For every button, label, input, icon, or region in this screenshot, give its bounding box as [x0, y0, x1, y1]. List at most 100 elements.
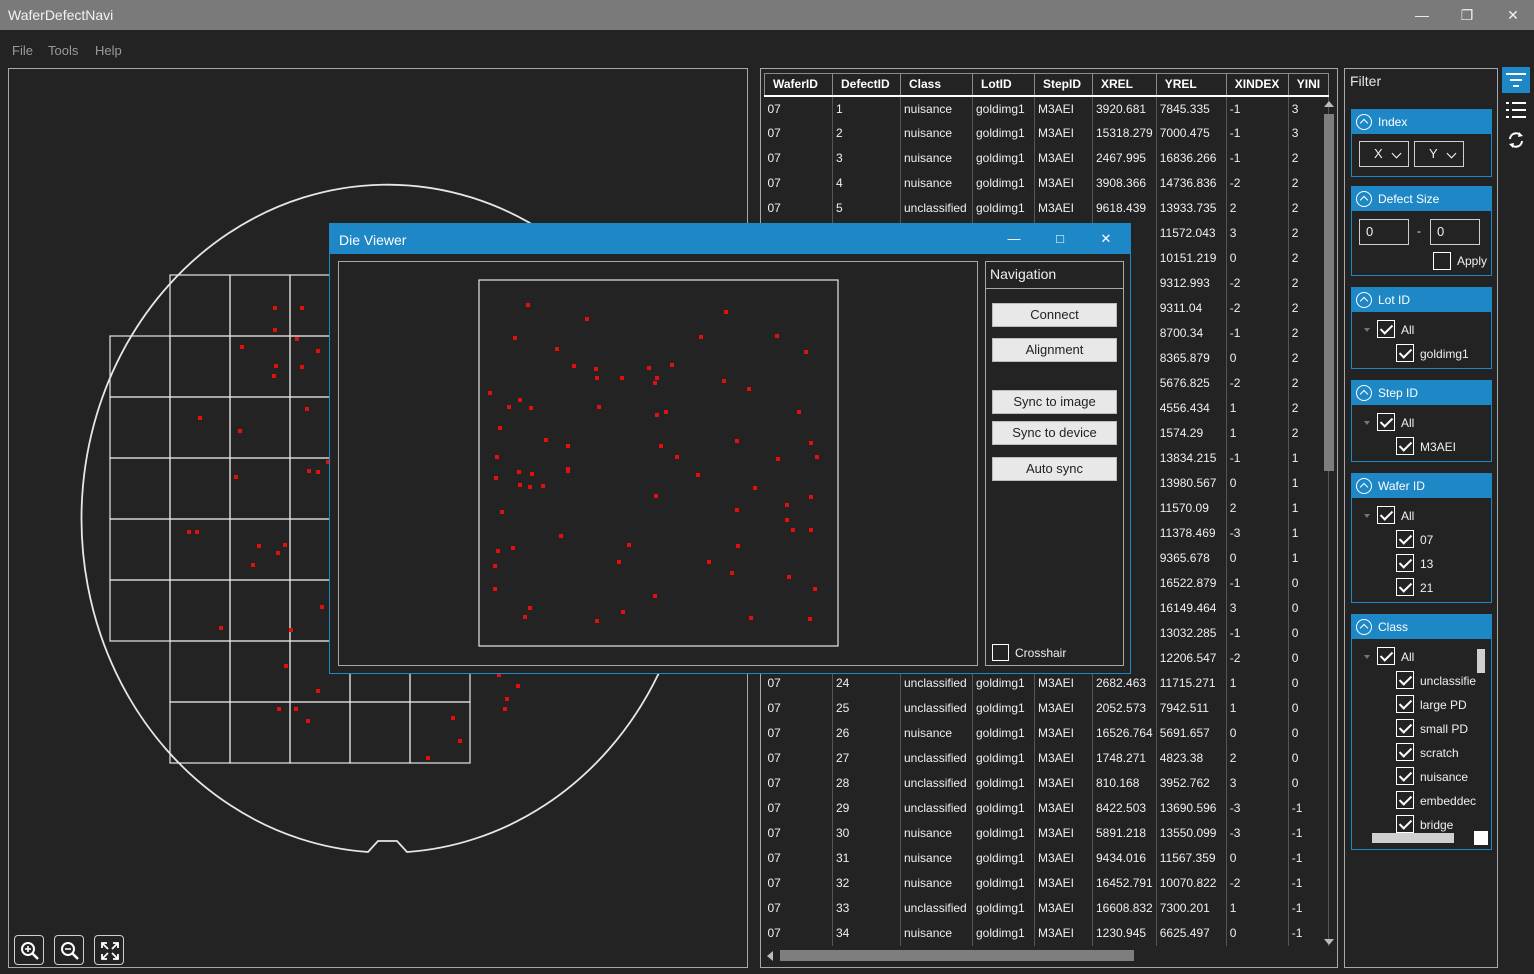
dialog-minimize-icon[interactable]: — [1001, 230, 1027, 248]
column-header[interactable]: LotID [972, 73, 1035, 97]
class-item-checkbox[interactable] [1396, 767, 1414, 785]
collapse-icon[interactable] [1356, 385, 1372, 401]
die-viewer-titlebar[interactable]: Die Viewer — □ ✕ [330, 224, 1130, 254]
table-cell: 07 [764, 95, 833, 121]
collapse-icon[interactable] [1356, 191, 1372, 207]
table-row[interactable]: 07 32 nuisance goldimg1 M3AEI 16452.791 10070.… [764, 870, 1330, 896]
column-header[interactable]: YINI [1287, 73, 1330, 97]
table-row[interactable]: 07 26 nuisance goldimg1 M3AEI 16526.764 5691.6… [764, 720, 1330, 746]
index-filter-header[interactable]: Index [1352, 110, 1491, 134]
column-header[interactable]: YREL [1155, 73, 1227, 97]
table-cell: 7845.335 [1156, 95, 1227, 121]
defect-size-min-input[interactable]: 0 [1359, 219, 1409, 245]
dialog-maximize-icon[interactable]: □ [1047, 230, 1073, 248]
restore-icon[interactable]: ❐ [1452, 5, 1482, 25]
collapse-icon[interactable] [1356, 478, 1372, 494]
connect-button[interactable]: Connect [992, 303, 1117, 327]
wafer-item-checkbox[interactable] [1396, 530, 1414, 548]
alignment-button[interactable]: Alignment [992, 338, 1117, 362]
wafer-item-checkbox[interactable] [1396, 554, 1414, 572]
table-horizontal-scrollbar[interactable] [764, 948, 1334, 964]
class-item-checkbox[interactable] [1396, 671, 1414, 689]
auto-sync-button[interactable]: Auto sync [992, 457, 1117, 481]
defect-size-max-input[interactable]: 0 [1430, 219, 1480, 245]
collapse-icon[interactable] [1356, 292, 1372, 308]
column-header[interactable]: XREL [1092, 73, 1157, 97]
class-list-scroll-thumb[interactable] [1477, 649, 1485, 673]
wafer-item-checkbox[interactable] [1396, 578, 1414, 596]
collapse-icon[interactable] [1356, 114, 1372, 130]
step-id-filter-header[interactable]: Step ID [1352, 381, 1491, 405]
menu-help[interactable]: Help [95, 43, 122, 58]
class-item-checkbox[interactable] [1396, 815, 1414, 833]
lot-id-filter-header[interactable]: Lot ID [1352, 288, 1491, 312]
die-image-area[interactable] [338, 261, 978, 666]
defect-point [284, 664, 288, 668]
step-item-checkbox[interactable] [1396, 437, 1414, 455]
lot-all-checkbox[interactable] [1377, 320, 1395, 338]
table-row[interactable]: 07 27 unclassified goldimg1 M3AEI 1748.271 482… [764, 745, 1330, 771]
column-header[interactable]: XINDEX [1225, 73, 1289, 97]
defect-point [530, 472, 534, 476]
table-row[interactable]: 07 33 unclassified goldimg1 M3AEI 16608.832 73… [764, 895, 1330, 921]
filter-view-button[interactable] [1502, 67, 1530, 93]
index-y-select[interactable]: Y [1414, 141, 1464, 167]
table-cell: goldimg1 [972, 195, 1035, 221]
table-row[interactable]: 07 28 unclassified goldimg1 M3AEI 810.168 3952… [764, 770, 1330, 796]
wafer-all-checkbox[interactable] [1377, 506, 1395, 524]
table-row[interactable]: 07 2 nuisance goldimg1 M3AEI 15318.279 7000.47… [764, 120, 1330, 146]
minimize-icon[interactable]: — [1407, 5, 1437, 25]
dialog-close-icon[interactable]: ✕ [1093, 230, 1119, 248]
menu-file[interactable]: File [12, 43, 33, 58]
zoom-out-button[interactable] [54, 935, 84, 965]
table-row[interactable]: 07 5 unclassified goldimg1 M3AEI 9618.439 1393… [764, 195, 1330, 221]
lot-item-checkbox[interactable] [1396, 344, 1414, 362]
class-item-checkbox[interactable] [1396, 791, 1414, 809]
column-header[interactable]: Class [900, 73, 973, 97]
table-row[interactable]: 07 31 nuisance goldimg1 M3AEI 9434.016 11567.3… [764, 845, 1330, 871]
crosshair-checkbox[interactable] [992, 644, 1009, 661]
step-all-checkbox[interactable] [1377, 413, 1395, 431]
table-cell: 5676.825 [1156, 370, 1227, 396]
table-row[interactable]: 07 3 nuisance goldimg1 M3AEI 2467.995 16836.26… [764, 145, 1330, 171]
column-header[interactable]: StepID [1034, 73, 1093, 97]
refresh-button[interactable] [1502, 127, 1530, 153]
menu-tools[interactable]: Tools [48, 43, 78, 58]
table-row[interactable]: 07 1 nuisance goldimg1 M3AEI 3920.681 7845.335… [764, 95, 1330, 121]
class-list-hscroll-thumb[interactable] [1372, 833, 1454, 843]
apply-checkbox[interactable] [1433, 252, 1451, 270]
class-all-checkbox[interactable] [1377, 647, 1395, 665]
collapse-icon[interactable] [1356, 619, 1372, 635]
table-vertical-scrollbar[interactable] [1321, 97, 1335, 945]
table-row[interactable]: 07 4 nuisance goldimg1 M3AEI 3908.366 14736.83… [764, 170, 1330, 196]
table-row[interactable]: 07 25 unclassified goldimg1 M3AEI 2052.573 794… [764, 695, 1330, 721]
class-item-checkbox[interactable] [1396, 695, 1414, 713]
close-icon[interactable]: ✕ [1498, 5, 1528, 25]
table-row[interactable]: 07 24 unclassified goldimg1 M3AEI 2682.463 117… [764, 670, 1330, 696]
horizontal-scroll-thumb[interactable] [780, 950, 1134, 961]
table-cell: M3AEI [1034, 195, 1093, 221]
sync-to-device-button[interactable]: Sync to device [992, 421, 1117, 445]
table-cell: -1 [1226, 95, 1289, 121]
table-row[interactable]: 07 29 unclassified goldimg1 M3AEI 8422.503 136… [764, 795, 1330, 821]
defect-point [621, 610, 625, 614]
class-item-checkbox[interactable] [1396, 743, 1414, 761]
column-header[interactable]: WaferID [764, 73, 833, 97]
filter-icon [1506, 73, 1526, 87]
fit-to-screen-button[interactable] [94, 935, 124, 965]
wafer-id-filter-header[interactable]: Wafer ID [1352, 474, 1491, 498]
defect-size-filter-header[interactable]: Defect Size [1352, 187, 1491, 211]
sync-to-image-button[interactable]: Sync to image [992, 390, 1117, 414]
zoom-in-button[interactable] [14, 935, 44, 965]
class-filter-header[interactable]: Class [1352, 615, 1491, 639]
list-view-button[interactable] [1502, 97, 1530, 123]
column-header[interactable]: DefectID [832, 73, 901, 97]
index-x-select[interactable]: X [1359, 141, 1409, 167]
vertical-scroll-thumb[interactable] [1324, 114, 1334, 471]
table-cell: goldimg1 [972, 145, 1035, 171]
table-row[interactable]: 07 30 nuisance goldimg1 M3AEI 5891.218 13550.0… [764, 820, 1330, 846]
class-item-checkbox[interactable] [1396, 719, 1414, 737]
table-cell: 2 [1226, 195, 1289, 221]
table-row[interactable]: 07 34 nuisance goldimg1 M3AEI 1230.945 6625.49… [764, 920, 1330, 946]
table-cell: nuisance [900, 120, 973, 146]
